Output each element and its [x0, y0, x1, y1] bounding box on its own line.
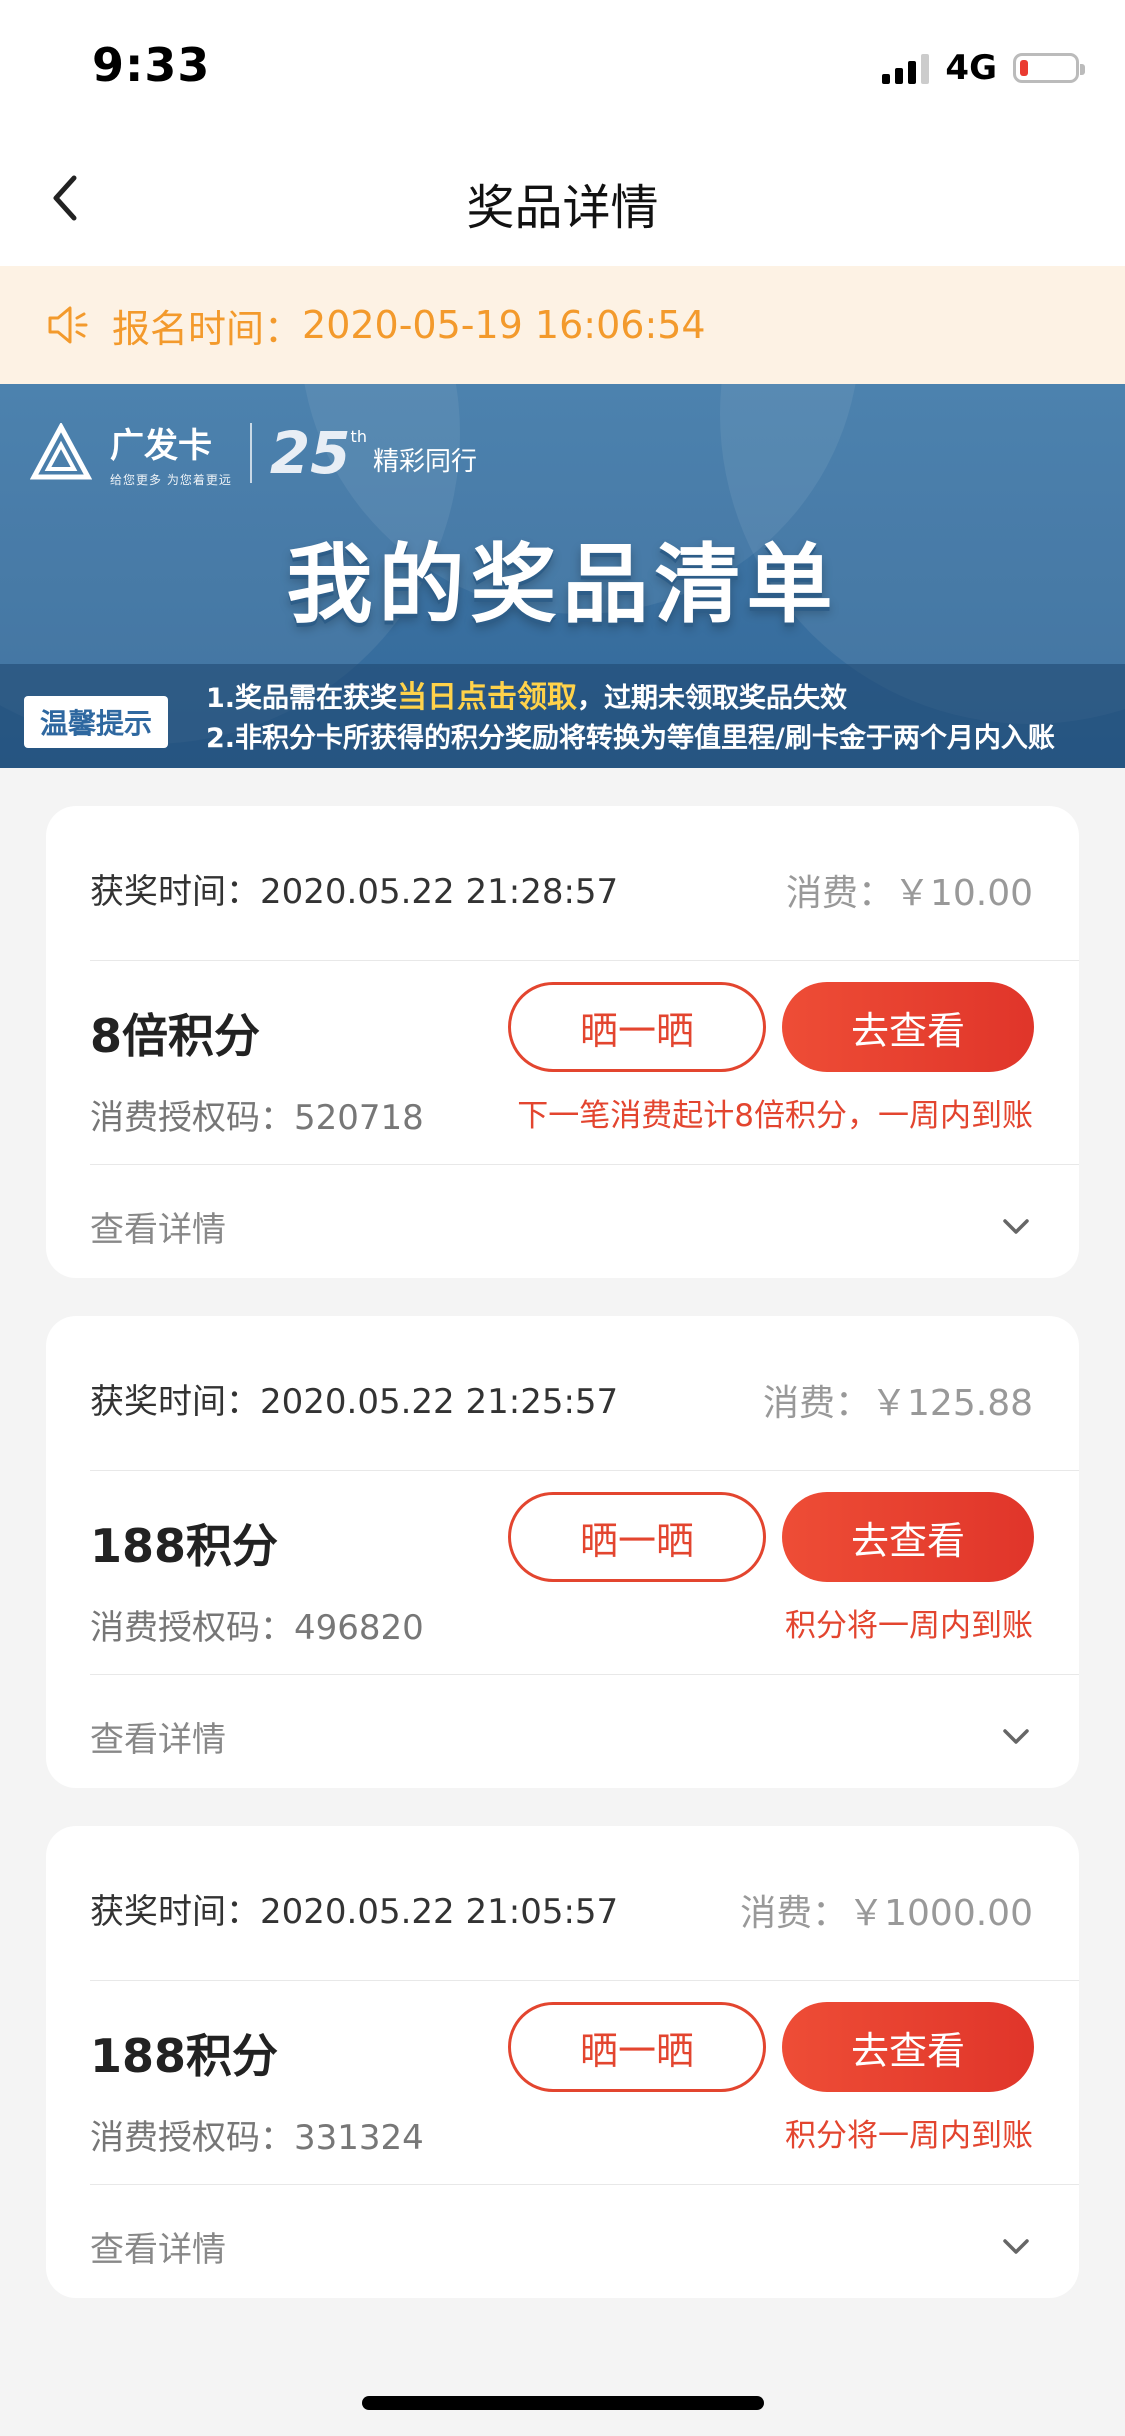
prize-list-banner: 广发卡 给您更多 为您着更远 25 th 精彩同行 我的奖品清单 温馨提示 1.…	[0, 384, 1125, 768]
battery-icon	[1013, 53, 1085, 83]
spend-amount: 消费：￥125.88	[763, 1383, 1033, 1424]
share-button[interactable]: 晒一晒	[508, 982, 766, 1072]
card-header: 获奖时间：2020.05.22 21:28:57 消费：￥10.00	[90, 864, 1033, 916]
cgb-logo-icon	[30, 423, 92, 480]
chevron-down-icon[interactable]	[999, 1210, 1033, 1244]
divider	[90, 1674, 1079, 1675]
status-indicators: 4G	[882, 48, 1085, 88]
card-header: 获奖时间：2020.05.22 21:05:57 消费：￥1000.00	[90, 1884, 1033, 1936]
prize-name: 8倍积分	[90, 1009, 261, 1063]
divider	[90, 2184, 1079, 2185]
notice-label: 报名时间：	[112, 306, 303, 351]
prize-card: 获奖时间：2020.05.22 21:25:57 消费：￥125.88 188积…	[46, 1316, 1079, 1788]
home-indicator[interactable]	[362, 2396, 764, 2410]
divider	[90, 960, 1079, 961]
prize-note: 积分将一周内到账	[785, 1608, 1033, 1644]
tip-line-1: 1.奖品需在获奖当日点击领取，过期未领取奖品失效	[206, 680, 848, 715]
prize-name: 188积分	[90, 2029, 279, 2083]
tip-badge: 温馨提示	[24, 696, 169, 748]
card-header: 获奖时间：2020.05.22 21:25:57 消费：￥125.88	[90, 1374, 1033, 1426]
view-button[interactable]: 去查看	[782, 1492, 1034, 1582]
prize-note: 积分将一周内到账	[785, 2118, 1033, 2154]
logo-divider	[249, 423, 252, 483]
tip-strip: 温馨提示 1.奖品需在获奖当日点击领取，过期未领取奖品失效 2.非积分卡所获得的…	[0, 664, 1125, 768]
tip-lines: 1.奖品需在获奖当日点击领取，过期未领取奖品失效 2.非积分卡所获得的积分奖励将…	[206, 678, 1055, 759]
chevron-down-icon[interactable]	[999, 2230, 1033, 2264]
notice-value: 2020-05-19 16:06:54	[302, 303, 706, 347]
auth-code: 消费授权码：520718	[90, 1098, 424, 1138]
network-type: 4G	[945, 48, 997, 88]
win-time-label: 获奖时间：	[90, 872, 260, 912]
brand-name: 广发卡	[110, 426, 212, 466]
win-time: 2020.05.22 21:28:57	[260, 872, 619, 912]
win-time: 2020.05.22 21:05:57	[260, 1892, 619, 1932]
divider	[90, 1980, 1079, 1981]
view-button[interactable]: 去查看	[782, 982, 1034, 1072]
registration-notice: 报名时间： 2020-05-19 16:06:54	[0, 266, 1125, 384]
anniversary-text: 精彩同行	[372, 447, 477, 477]
anniversary-number: 25	[269, 419, 351, 487]
speaker-icon	[48, 306, 88, 344]
signal-icon	[882, 52, 930, 84]
win-time-label: 获奖时间：	[90, 1382, 260, 1422]
tip-line-2: 2.非积分卡所获得的积分奖励将转换为等值里程/刷卡金于两个月内入账	[206, 723, 1055, 754]
prize-card: 获奖时间：2020.05.22 21:28:57 消费：￥10.00 8倍积分 …	[46, 806, 1079, 1278]
spend-amount: 消费：￥1000.00	[740, 1893, 1033, 1934]
auth-code: 消费授权码：331324	[90, 2118, 424, 2158]
prize-note: 下一笔消费起计8倍积分，一周内到账	[517, 1098, 1033, 1134]
divider	[90, 1470, 1079, 1471]
page-title: 奖品详情	[466, 180, 659, 236]
win-time: 2020.05.22 21:25:57	[260, 1382, 619, 1422]
banner-title: 我的奖品清单	[286, 535, 839, 635]
auth-code: 消费授权码：496820	[90, 1608, 424, 1648]
navigation-bar: 奖品详情	[0, 140, 1125, 266]
view-details-link[interactable]: 查看详情	[90, 1202, 226, 1251]
prize-card: 获奖时间：2020.05.22 21:05:57 消费：￥1000.00 188…	[46, 1826, 1079, 2298]
win-time-label: 获奖时间：	[90, 1892, 260, 1932]
view-details-link[interactable]: 查看详情	[90, 1712, 226, 1761]
prize-name: 188积分	[90, 1519, 279, 1573]
chevron-down-icon[interactable]	[999, 1720, 1033, 1754]
share-button[interactable]: 晒一晒	[508, 2002, 766, 2092]
spend-amount: 消费：￥10.00	[785, 873, 1033, 914]
brand-logo: 广发卡 给您更多 为您着更远 25 th 精彩同行	[30, 418, 477, 488]
brand-tagline: 给您更多 为您着更远	[110, 473, 232, 487]
share-button[interactable]: 晒一晒	[508, 1492, 766, 1582]
view-button[interactable]: 去查看	[782, 2002, 1034, 2092]
divider	[90, 1164, 1079, 1165]
status-time: 9:33	[92, 38, 211, 92]
anniversary-sup: th	[350, 427, 367, 446]
status-bar: 9:33 4G	[0, 0, 1125, 140]
view-details-link[interactable]: 查看详情	[90, 2222, 226, 2271]
